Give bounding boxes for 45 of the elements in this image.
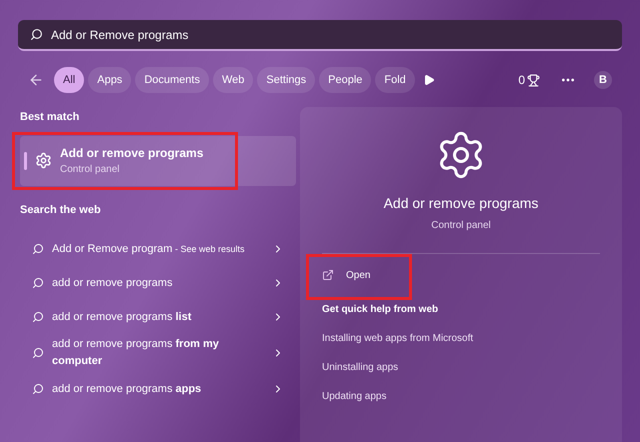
result-text: add or remove programs apps: [52, 382, 202, 396]
filter-tab[interactable]: Web: [212, 67, 254, 93]
web-result[interactable]: add or remove programs list: [20, 300, 292, 334]
search-icon: [32, 311, 44, 323]
result-text: add or remove programs list: [52, 310, 192, 324]
play-icon[interactable]: [422, 74, 435, 86]
search-icon: [32, 277, 44, 289]
search-icon: [30, 28, 43, 41]
external-link-icon: [322, 269, 334, 281]
open-button[interactable]: Open: [322, 260, 370, 290]
web-result[interactable]: add or remove programs from my computer: [20, 334, 292, 372]
search-icon: [32, 383, 44, 395]
filter-tab[interactable]: Apps: [88, 67, 132, 93]
result-text: add or remove programs: [52, 276, 174, 290]
settings-icon: [35, 152, 52, 169]
web-result[interactable]: Add or Remove program - See web results: [20, 232, 292, 266]
filter-tab[interactable]: People: [319, 67, 372, 93]
result-subtitle: Control panel: [60, 163, 120, 177]
search-icon: [32, 243, 44, 255]
help-heading: Get quick help from web: [322, 303, 440, 317]
filter-tab[interactable]: Documents: [135, 67, 209, 93]
filter-tab[interactable]: Settings: [257, 67, 316, 93]
points-count: 0: [518, 72, 525, 89]
search-icon: [32, 347, 44, 359]
back-icon[interactable]: [28, 72, 44, 88]
search-input[interactable]: Add or Remove programs: [51, 26, 610, 44]
section-heading: Best match: [20, 110, 80, 125]
result-text: add or remove programs from my computer: [52, 337, 220, 369]
help-link[interactable]: Installing web apps from Microsoft: [322, 331, 600, 346]
trophy-icon[interactable]: [527, 74, 540, 86]
filter-tab[interactable]: Fold: [375, 67, 415, 93]
selection-indicator: [24, 152, 27, 170]
result-text: Add or Remove program - See web results: [52, 242, 246, 256]
best-match-item[interactable]: Add or remove programs Control panel: [20, 136, 296, 186]
web-result[interactable]: add or remove programs apps: [20, 372, 292, 406]
result-title: Add or remove programs: [60, 145, 204, 162]
help-link[interactable]: Uninstalling apps: [322, 360, 600, 375]
web-result[interactable]: add or remove programs: [20, 266, 292, 300]
detail-title: Add or remove programs: [384, 194, 538, 213]
section-heading: Search the web: [20, 202, 102, 218]
account-avatar[interactable]: B: [594, 71, 612, 89]
filter-tab[interactable]: All: [54, 67, 84, 93]
detail-subtitle: Control panel: [431, 219, 491, 233]
help-link[interactable]: Updating apps: [322, 389, 600, 404]
search-field[interactable]: Add or Remove programs: [18, 20, 622, 51]
